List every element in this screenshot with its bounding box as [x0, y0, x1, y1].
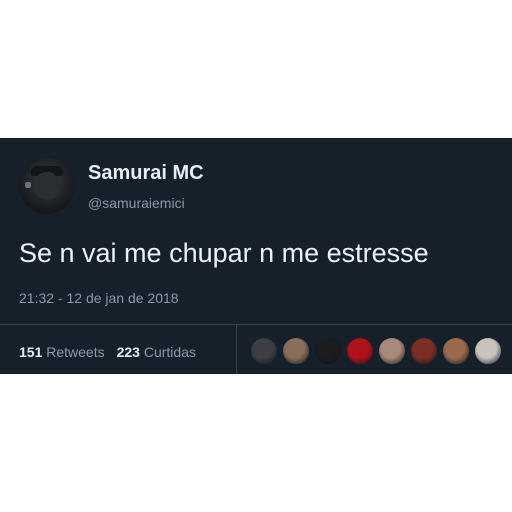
liker-avatar[interactable] — [378, 337, 406, 365]
engagement-stats: 151 Retweets 223 Curtidas — [19, 344, 196, 360]
liker-avatar[interactable] — [442, 337, 470, 365]
user-handle[interactable]: @samuraiemici — [88, 195, 185, 211]
avatar-highlight — [25, 182, 31, 188]
liker-avatar[interactable] — [474, 337, 502, 365]
liker-avatars — [250, 337, 506, 365]
stats-vertical-divider — [236, 324, 237, 374]
liker-avatar[interactable] — [346, 337, 374, 365]
retweets-label: Retweets — [46, 344, 105, 360]
likes-count: 223 — [116, 344, 140, 360]
liker-avatar[interactable] — [250, 337, 278, 365]
retweets-stat[interactable]: 151 Retweets — [19, 344, 105, 360]
profile-avatar[interactable] — [19, 158, 75, 214]
liker-avatar[interactable] — [314, 337, 342, 365]
avatar-face — [35, 172, 59, 200]
tweet-card: Samurai MC @samuraiemici Se n vai me chu… — [0, 138, 512, 374]
tweet-timestamp[interactable]: 21:32 - 12 de jan de 2018 — [19, 290, 179, 306]
liker-avatar[interactable] — [282, 337, 310, 365]
likes-label: Curtidas — [143, 344, 196, 360]
likes-stat[interactable]: 223 Curtidas — [117, 344, 196, 360]
stats-divider — [0, 324, 512, 325]
display-name[interactable]: Samurai MC — [88, 162, 204, 185]
retweets-count: 151 — [19, 344, 43, 360]
liker-avatar[interactable] — [410, 337, 438, 365]
tweet-text: Se n vai me chupar n me estresse — [19, 238, 429, 268]
